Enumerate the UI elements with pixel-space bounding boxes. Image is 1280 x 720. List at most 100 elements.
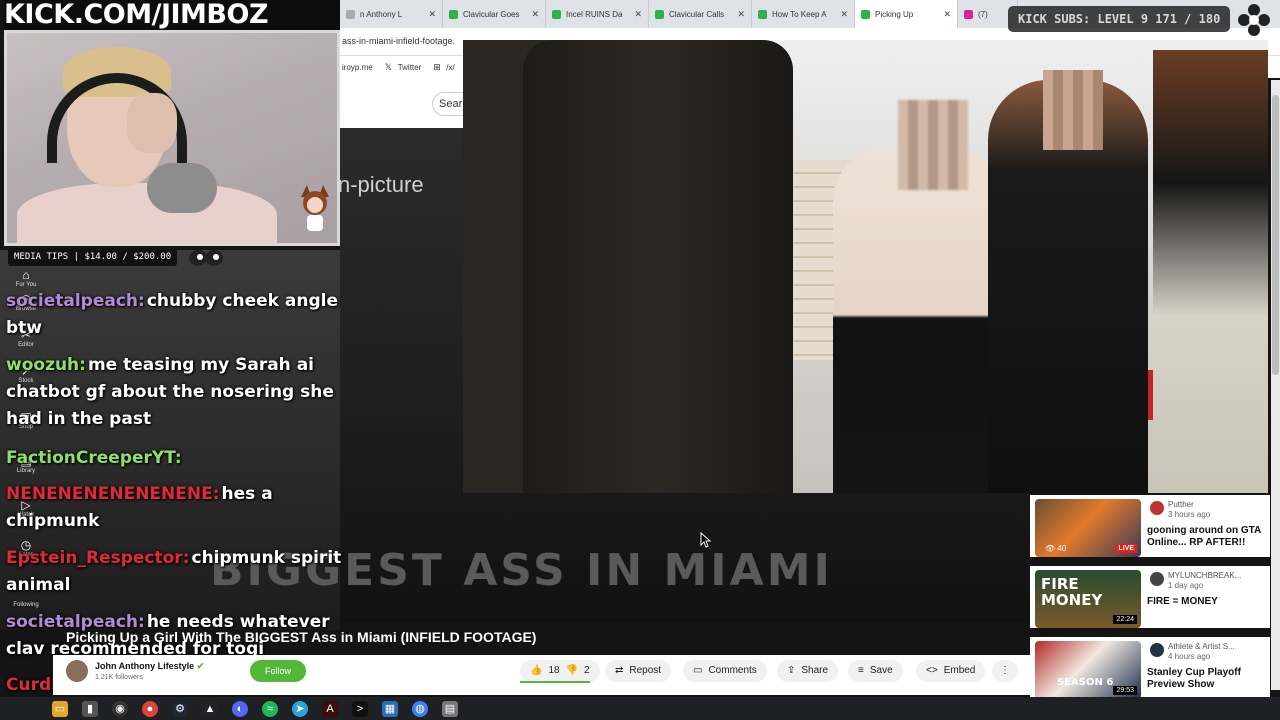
folder-icon[interactable]: ▭ [52, 700, 68, 717]
video-thumbnail[interactable]: FIRE MONEY 22:24 [1035, 570, 1141, 628]
verified-icon: ✔ [196, 661, 205, 671]
like-count: 18 [548, 665, 560, 676]
recommended-title: gooning around on GTA Online... RP AFTER… [1147, 525, 1261, 548]
close-tab-icon[interactable]: ✕ [943, 9, 951, 20]
follow-button[interactable]: Follow [250, 660, 306, 682]
save-icon: ≡ [858, 665, 864, 676]
kick-subs-goal: KICK SUBS: LEVEL 9 171 / 180 [1008, 6, 1231, 32]
stream-url-banner: KICK.COM/JIMBOZ [4, 0, 340, 30]
tab-label: Clavicular Calls [669, 9, 725, 19]
stream-logo-icon [1238, 4, 1270, 36]
bookmark-item[interactable]: iroyp.me [342, 63, 373, 72]
video-title: Picking Up a Girl With The BIGGEST Ass i… [66, 629, 537, 645]
picture-in-picture-text: n-picture [338, 172, 424, 197]
like-dislike-button[interactable]: 👍 18 👎 2 [520, 660, 600, 682]
live-badge: LIVE [1115, 544, 1137, 553]
files-icon[interactable]: ▤ [442, 700, 458, 717]
tab-favicon-icon [449, 9, 458, 19]
bookmark-item[interactable]: ⊞ /x/ [433, 61, 455, 72]
telegram-icon[interactable]: ➤ [292, 700, 308, 717]
chat-username: woozuh: [6, 355, 86, 375]
photo-icon[interactable]: ▦ [382, 700, 398, 717]
terminal-icon[interactable]: ▮ [82, 700, 98, 717]
close-tab-icon[interactable]: ✕ [428, 9, 436, 20]
close-tab-icon[interactable]: ✕ [737, 9, 745, 20]
browser-tab[interactable]: How To Keep A ✕ [752, 0, 855, 28]
bookmark-label: iroyp.me [342, 62, 373, 72]
channel-avatar[interactable] [66, 660, 88, 682]
tab-favicon-icon [346, 9, 355, 19]
steam-icon[interactable]: ⚙ [172, 700, 188, 717]
close-tab-icon[interactable]: ✕ [840, 9, 848, 20]
video-thumbnail[interactable]: SEASON 6 29:53 [1035, 641, 1141, 699]
video-player[interactable] [463, 40, 1268, 493]
save-button[interactable]: ≡ Save [848, 660, 903, 682]
thumbnail-text: SEASON 6 [1057, 677, 1114, 688]
browser-tab[interactable]: n Anthony L ✕ [340, 0, 443, 28]
viewer-count: 👁 40 [1045, 544, 1067, 553]
url-text: ass-in-miami-infield-footage. [342, 36, 456, 46]
discord-icon[interactable]: ◐ [232, 700, 248, 717]
chrome-icon[interactable]: ● [142, 700, 158, 717]
tab-favicon-icon [861, 9, 870, 19]
channel-name[interactable]: John Anthony Lifestyle ✔ [95, 661, 204, 672]
os-taskbar: ▭ ▮ ◉ ● ⚙ ▲ ◐ ≈ ➤ A > ▦ ◍ ▤ [0, 697, 1280, 720]
browser-tab[interactable]: Clavicular Calls ✕ [649, 0, 752, 28]
video-duration: 29:53 [1113, 686, 1137, 695]
tab-label: Clavicular Goes [463, 9, 520, 19]
share-label: Share [801, 665, 829, 676]
share-button[interactable]: ⇪ Share [777, 660, 839, 682]
blurred-face [1043, 70, 1103, 150]
screen: n-picture BIGGEST ASS IN MIAMI n Anthony… [0, 0, 1280, 720]
repost-label: Repost [629, 665, 662, 676]
chat-message: Epstein_Respector: chipmunk spirit animal [6, 545, 358, 599]
comments-button[interactable]: ▭ Comments [683, 660, 767, 682]
repost-button[interactable]: ⇄ Repost [605, 660, 672, 682]
sidebar-item-for-you[interactable]: ⌂ For You [4, 268, 48, 288]
dislike-count: 2 [584, 665, 590, 676]
embed-button[interactable]: <> Embed [916, 660, 986, 682]
browser-icon[interactable]: ◍ [412, 700, 428, 717]
tab-label: (7) [978, 9, 988, 19]
save-label: Save [869, 665, 893, 676]
browser-tab[interactable]: Clavicular Goes ✕ [443, 0, 546, 28]
recommended-time: 4 hours ago [1168, 652, 1211, 661]
embed-label: Embed [943, 665, 976, 676]
more-options-button[interactable]: ⋮ [992, 660, 1018, 682]
instagram-icon [964, 9, 973, 19]
scrollbar-thumb[interactable] [1272, 95, 1279, 375]
grid-icon: ⊞ [433, 61, 441, 72]
x-logo-icon: 𝕏 [384, 61, 392, 72]
recommended-time: 1 day ago [1168, 581, 1204, 590]
recommended-video[interactable]: SEASON 6 29:53 Athlete & Artist S... 4 h… [1030, 637, 1270, 699]
channel-icon [1150, 572, 1164, 586]
comments-label: Comments [708, 665, 757, 676]
thumbnail-text: FIRE MONEY [1041, 575, 1103, 609]
browser-tab-active[interactable]: Picking Up ✕ [855, 0, 958, 28]
video-frame-person [523, 40, 793, 493]
browser-tab[interactable]: Incel RUINS Da ✕ [546, 0, 649, 28]
terminal-icon[interactable]: > [352, 700, 368, 717]
chat-username: Epstein_Respector: [6, 548, 190, 568]
app-icon[interactable]: ▲ [202, 700, 218, 717]
webcam-hand [127, 93, 177, 153]
video-frame-person [833, 150, 1003, 493]
obs-icon[interactable]: ◉ [112, 700, 128, 717]
adobe-icon[interactable]: A [322, 700, 338, 717]
close-tab-icon[interactable]: ✕ [531, 9, 539, 20]
bookmark-label: /x/ [446, 62, 455, 72]
tab-favicon-icon [758, 9, 767, 19]
recommended-title: Stanley Cup Playoff Preview Show [1147, 667, 1241, 690]
embed-icon: <> [926, 665, 938, 676]
recommended-channel: MYLUNCHBREAK... [1168, 571, 1242, 580]
tab-favicon-icon [655, 9, 664, 19]
spotify-icon[interactable]: ≈ [262, 700, 278, 717]
video-thumbnail[interactable]: 👁 40 LIVE [1035, 499, 1141, 557]
bookmark-item[interactable]: 𝕏 Twitter [384, 61, 422, 72]
recommended-video[interactable]: FIRE MONEY 22:24 MYLUNCHBREAK... 1 day a… [1030, 566, 1270, 628]
channel-icon [1150, 643, 1164, 657]
chat-message: FactionCreeperYT: [6, 445, 358, 472]
close-tab-icon[interactable]: ✕ [634, 9, 642, 20]
recommended-video[interactable]: 👁 40 LIVE Putther 3 hours ago gooning ar… [1030, 495, 1270, 557]
microphone-icon [147, 163, 217, 213]
